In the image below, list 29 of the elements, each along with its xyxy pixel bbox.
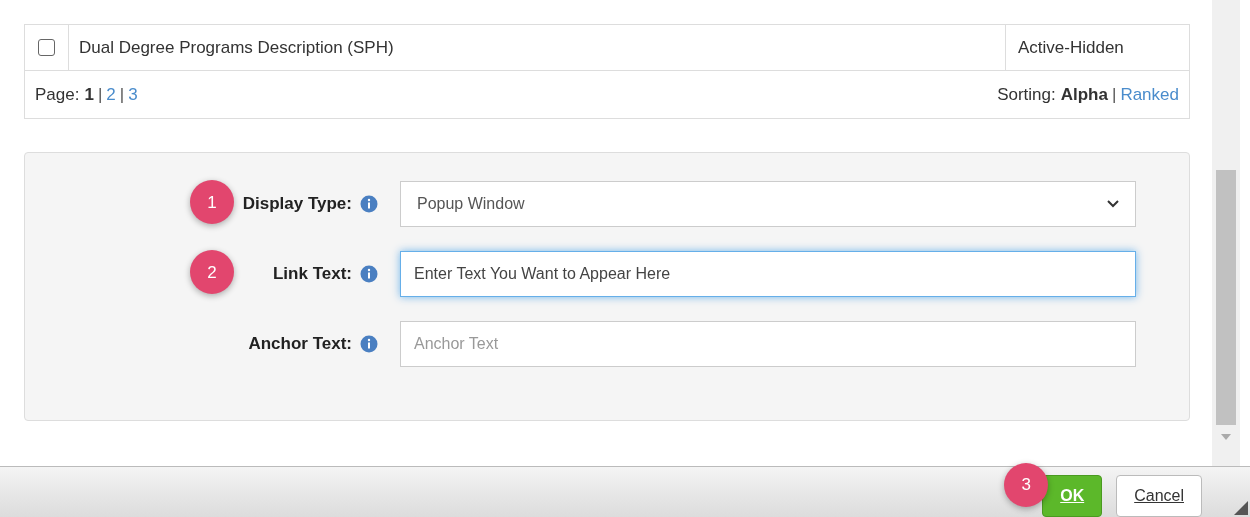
info-icon[interactable] (360, 335, 378, 353)
field-label: Link Text: (272, 263, 352, 286)
separator: | (119, 83, 125, 106)
table-cell: Active-Hidden (1005, 25, 1189, 70)
text-field[interactable]: Anchor Text (400, 321, 1136, 367)
info-icon[interactable] (360, 195, 378, 213)
page-link[interactable]: 2 (106, 81, 116, 108)
separator: | (97, 83, 103, 106)
text-field[interactable]: Enter Text You Want to Appear Here (400, 251, 1136, 297)
sorting-label: Sorting: (997, 83, 1056, 106)
page-link[interactable]: 1 (84, 81, 94, 108)
table-cell-text: Dual Degree Programs Description (SPH) (78, 36, 395, 59)
cancel-button[interactable]: Cancel (1116, 475, 1202, 517)
scrollbar[interactable] (1212, 0, 1240, 466)
field-label: Anchor Text: (248, 333, 352, 356)
step-badge: 2 (190, 250, 234, 295)
separator: | (1111, 83, 1117, 106)
chevron-icon (1107, 200, 1119, 208)
info-icon[interactable] (360, 265, 378, 283)
dropdown-field[interactable]: Popup Window (400, 181, 1136, 227)
sort-link[interactable]: Ranked (1120, 81, 1179, 108)
step-badge: 1 (190, 180, 234, 225)
field-label: Display Type: (242, 193, 352, 216)
step-badge: 3 (1004, 463, 1049, 507)
sort-link[interactable]: Alpha (1060, 81, 1108, 108)
row-checkbox[interactable] (38, 39, 55, 56)
resize-grip-icon[interactable] (1234, 501, 1248, 515)
page-label: Page: (35, 83, 80, 106)
page-link[interactable]: 3 (128, 81, 138, 108)
